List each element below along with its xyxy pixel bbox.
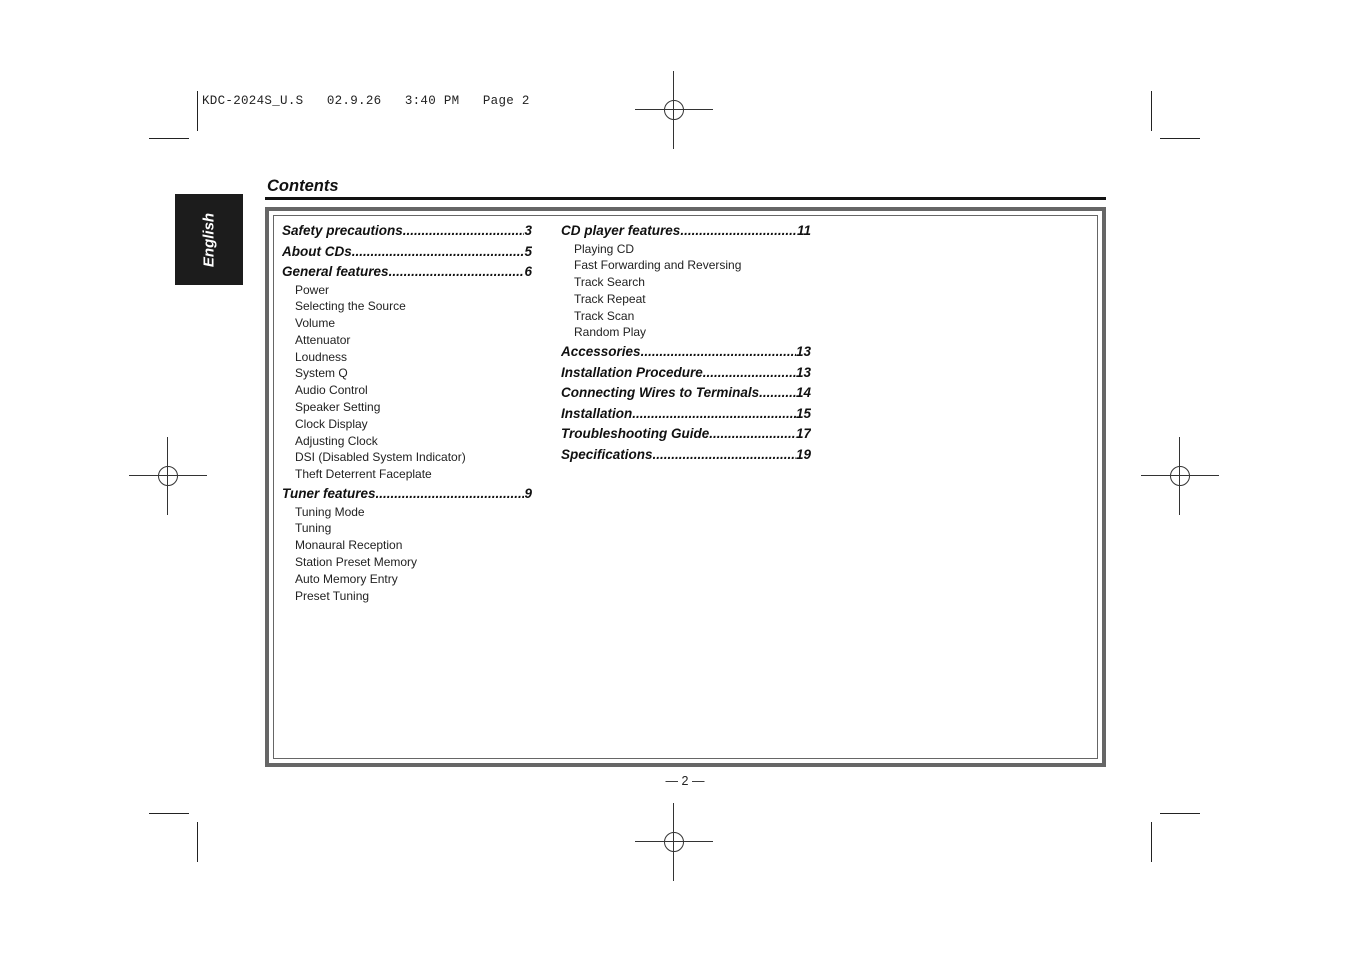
toc-entry[interactable]: Safety precautions 3 — [282, 222, 532, 243]
toc-leader-dots — [709, 425, 796, 446]
toc-entry[interactable]: Tuner features 9 — [282, 485, 532, 506]
toc-entry-page: 3 — [524, 223, 532, 238]
toc-subentry[interactable]: Volume — [282, 315, 532, 332]
toc-entry[interactable]: Connecting Wires to Terminals 14 — [561, 384, 811, 405]
toc-subentry[interactable]: DSI (Disabled System Indicator) — [282, 449, 532, 466]
toc-entry-page: 6 — [524, 264, 532, 279]
toc-entry-page: 19 — [795, 446, 811, 462]
toc-entry-page: 9 — [524, 486, 532, 502]
toc-leader-dots — [703, 364, 796, 385]
crop-mark — [149, 813, 189, 814]
toc-entry-label: Safety precautions — [282, 223, 403, 238]
toc-leader-dots — [641, 343, 796, 364]
toc-subentry[interactable]: Speaker Setting — [282, 399, 532, 416]
crop-mark — [1151, 822, 1152, 862]
toc-leader-dots — [653, 446, 796, 467]
toc-subentry[interactable]: Loudness — [282, 349, 532, 366]
toc-leader-dots — [632, 405, 796, 426]
toc-column-1: Safety precautions 3 About CDs 5 General fea… — [282, 222, 532, 604]
toc-entry-label: Tuner features — [282, 486, 376, 502]
toc-entry-label: About CDs — [282, 243, 352, 259]
toc-subentry[interactable]: Track Repeat — [561, 291, 811, 308]
crop-mark — [197, 822, 198, 862]
toc-entry[interactable]: Troubleshooting Guide 17 — [561, 425, 811, 446]
toc-entry-label: Installation — [561, 405, 633, 421]
toc-entry[interactable]: CD player features 11 — [561, 222, 811, 243]
toc-entry-page: 13 — [795, 364, 811, 380]
toc-subentry[interactable]: Power — [282, 282, 532, 299]
title-rule — [265, 197, 1106, 200]
toc-entry-page: 5 — [524, 243, 532, 259]
toc-subentry[interactable]: System Q — [282, 365, 532, 382]
toc-entry-label: Connecting Wires to Terminals — [561, 385, 760, 401]
toc-entry-page: 14 — [795, 385, 811, 401]
toc-subentry[interactable]: Audio Control — [282, 382, 532, 399]
toc-entry[interactable]: General features 6 — [282, 263, 532, 284]
crop-mark — [1160, 813, 1200, 814]
toc-entry[interactable]: Installation Procedure 13 — [561, 364, 811, 385]
toc-entry[interactable]: About CDs 5 — [282, 243, 532, 264]
toc-leader-dots — [389, 263, 525, 284]
toc-subentry[interactable]: Selecting the Source — [282, 298, 532, 315]
print-slug: KDC-2024S_U.S 02.9.26 3:40 PM Page 2 — [202, 94, 530, 108]
crop-mark — [197, 91, 198, 131]
toc-subentry[interactable]: Track Search — [561, 274, 811, 291]
crop-mark — [1160, 138, 1200, 139]
toc-entry-label: Specifications — [561, 446, 653, 462]
toc-entry-label: General features — [282, 264, 389, 279]
registration-mark-bottom — [635, 803, 713, 881]
page-title: Contents — [267, 177, 339, 195]
toc-subentry[interactable]: Fast Forwarding and Reversing — [561, 257, 811, 274]
toc-entry-page: 11 — [796, 223, 811, 238]
toc-subentry[interactable]: Station Preset Memory — [282, 554, 532, 571]
toc-entry-label: Accessories — [561, 344, 641, 360]
toc-subentry[interactable]: Attenuator — [282, 332, 532, 349]
toc-subentry[interactable]: Adjusting Clock — [282, 433, 532, 450]
toc-subentry[interactable]: Playing CD — [561, 241, 811, 258]
toc-entry-page: 13 — [795, 344, 811, 360]
toc-leader-dots — [376, 485, 525, 506]
toc-entry[interactable]: Accessories 13 — [561, 343, 811, 364]
toc-column-2: CD player features 11 Playing CDFast Forwa… — [561, 222, 811, 466]
toc-subentry[interactable]: Theft Deterrent Faceplate — [282, 466, 532, 483]
registration-mark-top — [635, 71, 713, 149]
toc-entry-label: CD player features — [561, 223, 681, 238]
toc-entry[interactable]: Specifications 19 — [561, 446, 811, 467]
registration-mark-left — [129, 437, 207, 515]
crop-mark — [1151, 91, 1152, 131]
toc-subentry[interactable]: Preset Tuning — [282, 588, 532, 605]
toc-subentry[interactable]: Random Play — [561, 324, 811, 341]
toc-entry-page: 17 — [795, 426, 811, 442]
toc-leader-dots — [680, 222, 797, 243]
crop-mark — [149, 138, 189, 139]
toc-subentry[interactable]: Auto Memory Entry — [282, 571, 532, 588]
toc-entry-page: 15 — [795, 405, 811, 421]
page-number: — 2 — — [665, 774, 705, 788]
toc-entry[interactable]: Installation 15 — [561, 405, 811, 426]
language-tab: English — [175, 194, 243, 285]
toc-leader-dots — [403, 222, 525, 243]
language-tab-label: English — [200, 212, 218, 267]
registration-mark-right — [1141, 437, 1219, 515]
toc-subentry[interactable]: Monaural Reception — [282, 537, 532, 554]
toc-entry-label: Installation Procedure — [561, 364, 703, 380]
toc-subentry[interactable]: Clock Display — [282, 416, 532, 433]
toc-subentry[interactable]: Track Scan — [561, 308, 811, 325]
toc-entry-label: Troubleshooting Guide — [561, 426, 710, 442]
toc-subentry[interactable]: Tuning — [282, 520, 532, 537]
toc-leader-dots — [759, 384, 796, 405]
toc-leader-dots — [352, 243, 525, 264]
toc-subentry[interactable]: Tuning Mode — [282, 504, 532, 521]
